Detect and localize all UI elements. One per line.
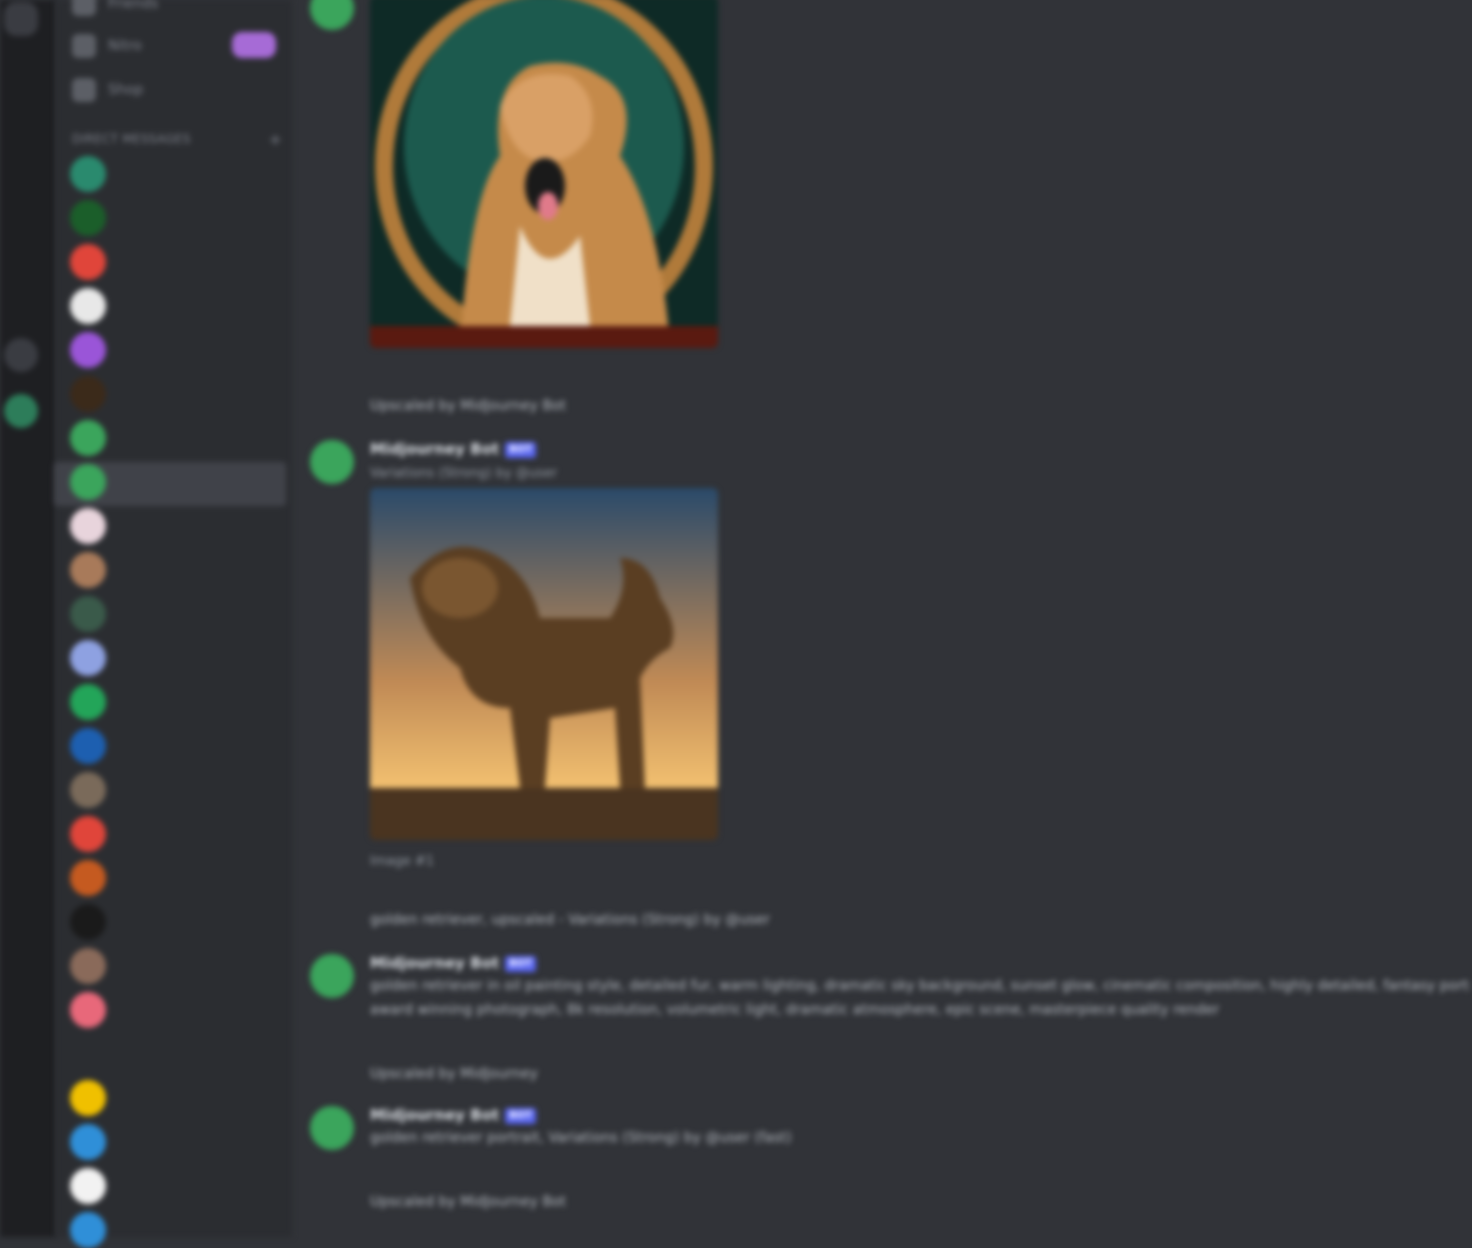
avatar[interactable]	[310, 0, 354, 30]
plus-icon[interactable]: +	[269, 130, 282, 149]
dm-avatar[interactable]	[70, 1168, 106, 1204]
dm-avatar[interactable]	[70, 552, 106, 588]
system-message: Upscaled by MidJourney Bot	[370, 398, 566, 414]
dm-avatar[interactable]	[70, 860, 106, 896]
dog-sunset-image[interactable]	[370, 488, 718, 840]
system-message: Upscaled by MidJourney Bot	[370, 1194, 566, 1210]
nitro-icon	[72, 34, 96, 58]
author-name[interactable]: Midjourney Bot BOT	[370, 1106, 537, 1124]
new-badge	[232, 32, 276, 58]
dm-avatar[interactable]	[70, 816, 106, 852]
avatar[interactable]	[310, 1106, 354, 1150]
dm-avatar[interactable]	[70, 948, 106, 984]
dm-avatar[interactable]	[70, 200, 106, 236]
dm-avatar[interactable]	[70, 1212, 106, 1248]
server-icon[interactable]	[4, 394, 38, 428]
dm-avatar[interactable]	[70, 684, 106, 720]
sidebar-item-friends[interactable]: Friends	[72, 0, 282, 20]
bot-tag: BOT	[505, 1107, 537, 1124]
dm-avatar[interactable]	[70, 904, 106, 940]
message-subtext: Variations (Strong) by @user	[370, 466, 558, 481]
message-body-line: golden retriever in oil painting style, …	[370, 978, 1470, 994]
dm-avatar[interactable]	[70, 1124, 106, 1160]
author-name[interactable]: Midjourney Bot BOT	[370, 954, 537, 972]
dm-header: DIRECT MESSAGES +	[72, 128, 282, 150]
dm-avatar[interactable]	[70, 332, 106, 368]
server-rail	[0, 0, 56, 1237]
image-caption: Image #1	[370, 854, 435, 869]
chat-area: Upscaled by MidJourney Bot Midjourney Bo…	[292, 0, 1472, 1237]
dm-avatar[interactable]	[70, 288, 106, 324]
dm-avatar[interactable]	[70, 728, 106, 764]
dm-avatar[interactable]	[70, 772, 106, 808]
dm-avatar[interactable]	[70, 508, 106, 544]
system-message: golden retriever, upscaled - Variations …	[370, 912, 770, 928]
dm-avatar[interactable]	[70, 1036, 106, 1072]
dog-portrait-image[interactable]	[370, 0, 718, 348]
dm-header-label: DIRECT MESSAGES	[72, 132, 191, 146]
dog-portrait-svg	[370, 0, 718, 348]
dm-avatar[interactable]	[70, 244, 106, 280]
server-icon[interactable]	[4, 338, 38, 372]
dog-sunset-svg	[370, 488, 718, 840]
shop-icon	[72, 78, 96, 102]
bot-tag: BOT	[505, 441, 537, 458]
system-message: Upscaled by MidJourney	[370, 1066, 538, 1082]
avatar[interactable]	[310, 954, 354, 998]
author-name[interactable]: Midjourney Bot BOT	[370, 440, 537, 458]
dm-avatar[interactable]	[70, 992, 106, 1028]
channel-sidebar: Friends Nitro Shop DIRECT MESSAGES +	[54, 0, 292, 1248]
message-body-line: award winning photograph, 8k resolution,…	[370, 1002, 1220, 1018]
dm-avatar[interactable]	[70, 464, 106, 500]
bot-tag: BOT	[505, 955, 537, 972]
dm-avatar[interactable]	[70, 156, 106, 192]
home-button[interactable]	[4, 2, 38, 36]
dm-avatar[interactable]	[70, 1080, 106, 1116]
dm-avatar[interactable]	[70, 376, 106, 412]
dm-avatar[interactable]	[70, 596, 106, 632]
sidebar-item-shop[interactable]: Shop	[72, 74, 282, 106]
message-body-line: golden retriever portrait, Variations (S…	[370, 1130, 792, 1146]
dm-avatar[interactable]	[70, 420, 106, 456]
dm-avatar[interactable]	[70, 640, 106, 676]
avatar[interactable]	[310, 440, 354, 484]
friends-icon	[72, 0, 96, 16]
